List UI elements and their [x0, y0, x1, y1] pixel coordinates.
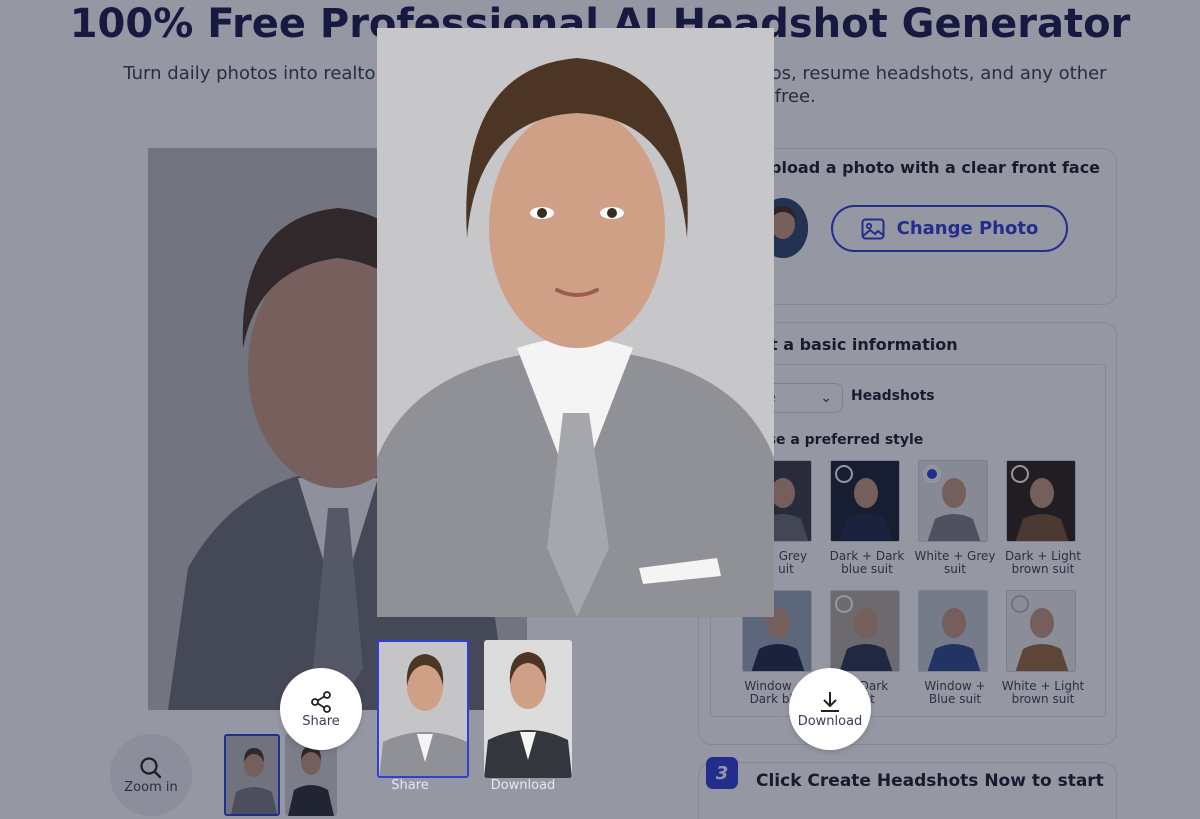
share-icon [311, 690, 331, 713]
thumb-download-label: Download [490, 778, 556, 793]
download-button[interactable]: Download [789, 668, 871, 750]
person-headshot-image [377, 28, 774, 617]
popup-thumbnail-1[interactable] [377, 640, 469, 778]
popup-thumbnail-2[interactable] [484, 640, 572, 778]
download-label: Download [797, 713, 863, 729]
enlarged-headshot-image [377, 28, 774, 617]
share-button[interactable]: Share [280, 668, 362, 750]
page: 100% Free Professional AI Headshot Gener… [0, 0, 1200, 819]
share-label: Share [302, 713, 340, 729]
thumb-share-label: Share [391, 778, 429, 793]
download-icon [821, 691, 839, 712]
